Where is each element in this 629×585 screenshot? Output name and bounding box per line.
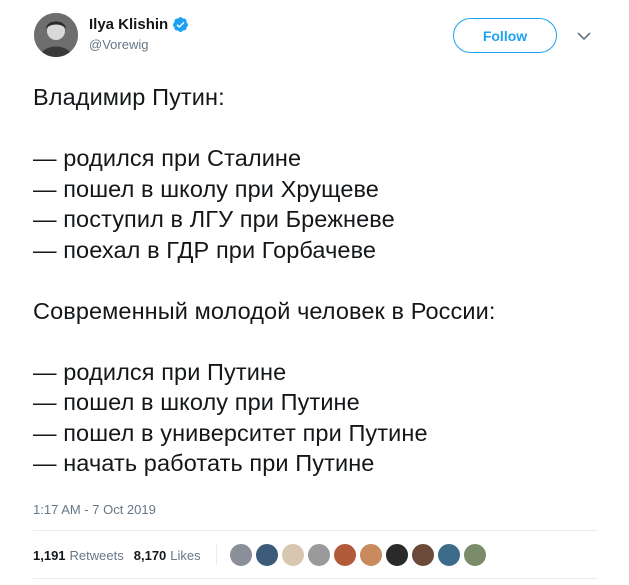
divider (33, 530, 597, 531)
liker-avatar[interactable] (307, 543, 331, 567)
tweet-line-break (33, 113, 613, 144)
tweet-stats: 1,191 Retweets 8,170 Likes (33, 548, 211, 563)
stats-separator (216, 543, 217, 565)
liker-avatar[interactable] (359, 543, 383, 567)
tweet-line-break (33, 265, 613, 296)
likes-stat[interactable]: 8,170 Likes (134, 548, 201, 563)
tweet-line-break (33, 326, 613, 357)
liker-avatar[interactable] (437, 543, 461, 567)
liker-avatar[interactable] (463, 543, 487, 567)
author-info: Ilya Klishin @Vorewig (89, 14, 189, 52)
liker-avatar[interactable] (281, 543, 305, 567)
tweet-line: — пошел в университет при Путине (33, 419, 428, 446)
tweet-line: — пошел в школу при Хрущеве (33, 175, 379, 202)
tweet-text: Владимир Путин: — родился при Сталине — … (33, 82, 613, 479)
retweets-count: 1,191 (33, 548, 66, 563)
liker-avatar[interactable] (333, 543, 357, 567)
verified-badge-icon (173, 16, 189, 32)
tweet-line: — поехал в ГДР при Горбачеве (33, 236, 377, 263)
author-handle[interactable]: @Vorewig (89, 37, 189, 52)
liker-avatar[interactable] (385, 543, 409, 567)
tweet-line: — родился при Сталине (33, 145, 302, 171)
chevron-down-icon[interactable] (575, 27, 593, 45)
liker-avatar[interactable] (229, 543, 253, 567)
tweet-line: — пошел в школу при Путине (33, 389, 360, 415)
tweet-line: — начать работать при Путине (33, 450, 375, 476)
retweets-label: Retweets (69, 548, 124, 563)
likes-count: 8,170 (133, 548, 167, 563)
liker-avatar[interactable] (255, 543, 279, 567)
likes-label: Likes (170, 548, 201, 563)
retweets-stat[interactable]: 1,191 Retweets (33, 548, 124, 563)
tweet-line: — поступил в ЛГУ при Брежневе (33, 206, 395, 232)
tweet-card: Ilya Klishin @Vorewig Follow Владимир Пу… (0, 0, 629, 585)
avatar-image-icon (34, 13, 78, 57)
liker-avatars (229, 543, 489, 567)
tweet-line: Современный молодой человек в России: (33, 297, 496, 324)
tweet-line: Владимир Путин: (33, 84, 225, 110)
tweet-timestamp[interactable]: 1:17 AM - 7 Oct 2019 (33, 502, 156, 517)
liker-avatar[interactable] (411, 543, 435, 567)
follow-button[interactable]: Follow (453, 18, 557, 53)
avatar[interactable] (34, 13, 78, 57)
author-name[interactable]: Ilya Klishin (89, 16, 168, 33)
tweet-line: — родился при Путине (33, 358, 287, 385)
divider (33, 578, 597, 579)
